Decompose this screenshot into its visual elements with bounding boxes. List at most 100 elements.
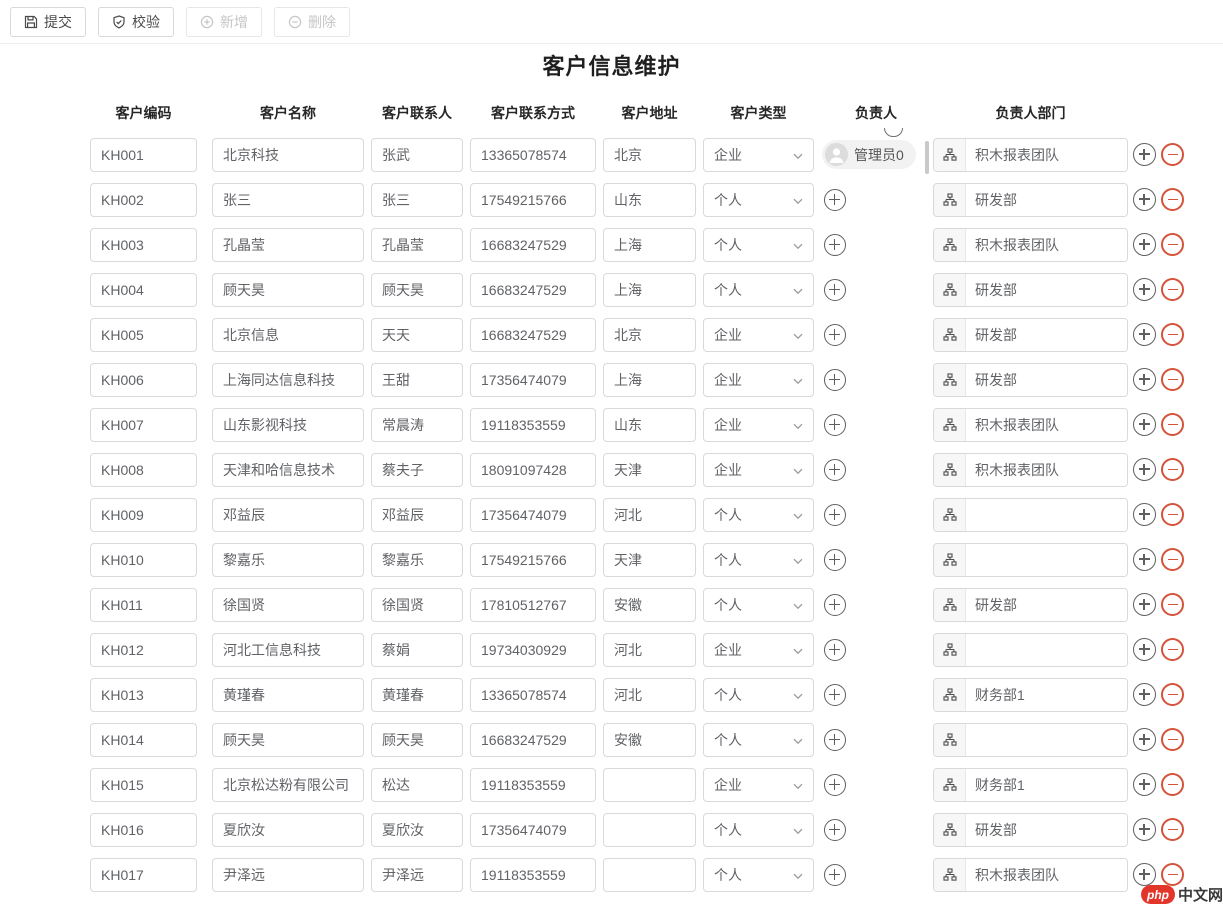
customer-code-input[interactable] <box>90 543 197 577</box>
customer-type-select[interactable]: 企业 <box>703 453 814 487</box>
customer-type-select[interactable]: 个人 <box>703 228 814 262</box>
add-owner-button[interactable] <box>824 324 846 346</box>
customer-name-input[interactable] <box>212 498 364 532</box>
add-row-button[interactable] <box>1133 143 1156 166</box>
org-tree-icon[interactable] <box>934 184 966 216</box>
customer-phone-input[interactable] <box>470 228 596 262</box>
customer-name-input[interactable] <box>212 228 364 262</box>
add-owner-button[interactable] <box>824 864 846 886</box>
owner-department-input[interactable] <box>966 634 1128 666</box>
customer-name-input[interactable] <box>212 723 364 757</box>
org-tree-icon[interactable] <box>934 724 966 756</box>
customer-code-input[interactable] <box>90 138 197 172</box>
add-row-button[interactable] <box>1133 323 1156 346</box>
owner-department-input[interactable] <box>966 814 1128 846</box>
owner-tag[interactable]: 管理员0 <box>822 140 916 169</box>
customer-contact-input[interactable] <box>371 633 463 667</box>
customer-phone-input[interactable] <box>470 723 596 757</box>
owner-department-input[interactable] <box>966 409 1128 441</box>
customer-type-select[interactable]: 企业 <box>703 408 814 442</box>
customer-address-input[interactable] <box>603 543 696 577</box>
customer-name-input[interactable] <box>212 183 364 217</box>
customer-name-input[interactable] <box>212 543 364 577</box>
customer-phone-input[interactable] <box>470 363 596 397</box>
customer-address-input[interactable] <box>603 183 696 217</box>
org-tree-icon[interactable] <box>934 814 966 846</box>
customer-address-input[interactable] <box>603 318 696 352</box>
customer-phone-input[interactable] <box>470 858 596 892</box>
customer-contact-input[interactable] <box>371 678 463 712</box>
customer-name-input[interactable] <box>212 858 364 892</box>
owner-department-input[interactable] <box>966 859 1128 891</box>
add-row-button[interactable] <box>1133 728 1156 751</box>
add-button[interactable]: 新增 <box>186 7 262 37</box>
add-owner-button[interactable] <box>824 414 846 436</box>
add-owner-button[interactable] <box>824 639 846 661</box>
add-owner-button[interactable] <box>824 684 846 706</box>
owner-department-input[interactable] <box>966 499 1128 531</box>
customer-contact-input[interactable] <box>371 408 463 442</box>
add-owner-button[interactable] <box>824 729 846 751</box>
customer-code-input[interactable] <box>90 588 197 622</box>
customer-address-input[interactable] <box>603 858 696 892</box>
customer-address-input[interactable] <box>603 363 696 397</box>
owner-cell-scrollbar-thumb[interactable] <box>925 141 929 174</box>
org-tree-icon[interactable] <box>934 139 966 171</box>
customer-phone-input[interactable] <box>470 273 596 307</box>
customer-contact-input[interactable] <box>371 723 463 757</box>
delete-row-button[interactable] <box>1161 368 1184 391</box>
add-owner-button[interactable] <box>824 459 846 481</box>
add-row-button[interactable] <box>1133 548 1156 571</box>
delete-row-button[interactable] <box>1161 323 1184 346</box>
customer-contact-input[interactable] <box>371 498 463 532</box>
customer-name-input[interactable] <box>212 408 364 442</box>
add-owner-button[interactable] <box>824 234 846 256</box>
delete-row-button[interactable] <box>1161 143 1184 166</box>
customer-contact-input[interactable] <box>371 273 463 307</box>
customer-address-input[interactable] <box>603 633 696 667</box>
add-row-button[interactable] <box>1133 458 1156 481</box>
customer-code-input[interactable] <box>90 273 197 307</box>
customer-type-select[interactable]: 企业 <box>703 138 814 172</box>
customer-type-select[interactable]: 企业 <box>703 363 814 397</box>
customer-name-input[interactable] <box>212 588 364 622</box>
delete-row-button[interactable] <box>1161 503 1184 526</box>
owner-department-input[interactable] <box>966 364 1128 396</box>
customer-code-input[interactable] <box>90 768 197 802</box>
customer-code-input[interactable] <box>90 498 197 532</box>
delete-row-button[interactable] <box>1161 458 1184 481</box>
add-owner-button[interactable] <box>824 594 846 616</box>
customer-phone-input[interactable] <box>470 453 596 487</box>
customer-address-input[interactable] <box>603 138 696 172</box>
org-tree-icon[interactable] <box>934 454 966 486</box>
add-row-button[interactable] <box>1133 683 1156 706</box>
owner-department-input[interactable] <box>966 139 1128 171</box>
delete-row-button[interactable] <box>1161 233 1184 256</box>
customer-type-select[interactable]: 个人 <box>703 588 814 622</box>
add-owner-button[interactable] <box>824 189 846 211</box>
org-tree-icon[interactable] <box>934 409 966 441</box>
customer-type-select[interactable]: 个人 <box>703 813 814 847</box>
delete-row-button[interactable] <box>1161 278 1184 301</box>
customer-name-input[interactable] <box>212 453 364 487</box>
owner-department-input[interactable] <box>966 229 1128 261</box>
org-tree-icon[interactable] <box>934 364 966 396</box>
owner-department-input[interactable] <box>966 544 1128 576</box>
customer-address-input[interactable] <box>603 408 696 442</box>
delete-row-button[interactable] <box>1161 683 1184 706</box>
customer-phone-input[interactable] <box>470 183 596 217</box>
add-row-button[interactable] <box>1133 818 1156 841</box>
org-tree-icon[interactable] <box>934 589 966 621</box>
customer-contact-input[interactable] <box>371 813 463 847</box>
customer-code-input[interactable] <box>90 183 197 217</box>
add-owner-button[interactable] <box>824 504 846 526</box>
customer-code-input[interactable] <box>90 723 197 757</box>
customer-phone-input[interactable] <box>470 408 596 442</box>
customer-address-input[interactable] <box>603 228 696 262</box>
customer-type-select[interactable]: 个人 <box>703 183 814 217</box>
org-tree-icon[interactable] <box>934 769 966 801</box>
owner-department-input[interactable] <box>966 769 1128 801</box>
customer-contact-input[interactable] <box>371 138 463 172</box>
add-owner-button[interactable] <box>824 369 846 391</box>
customer-type-select[interactable]: 个人 <box>703 543 814 577</box>
